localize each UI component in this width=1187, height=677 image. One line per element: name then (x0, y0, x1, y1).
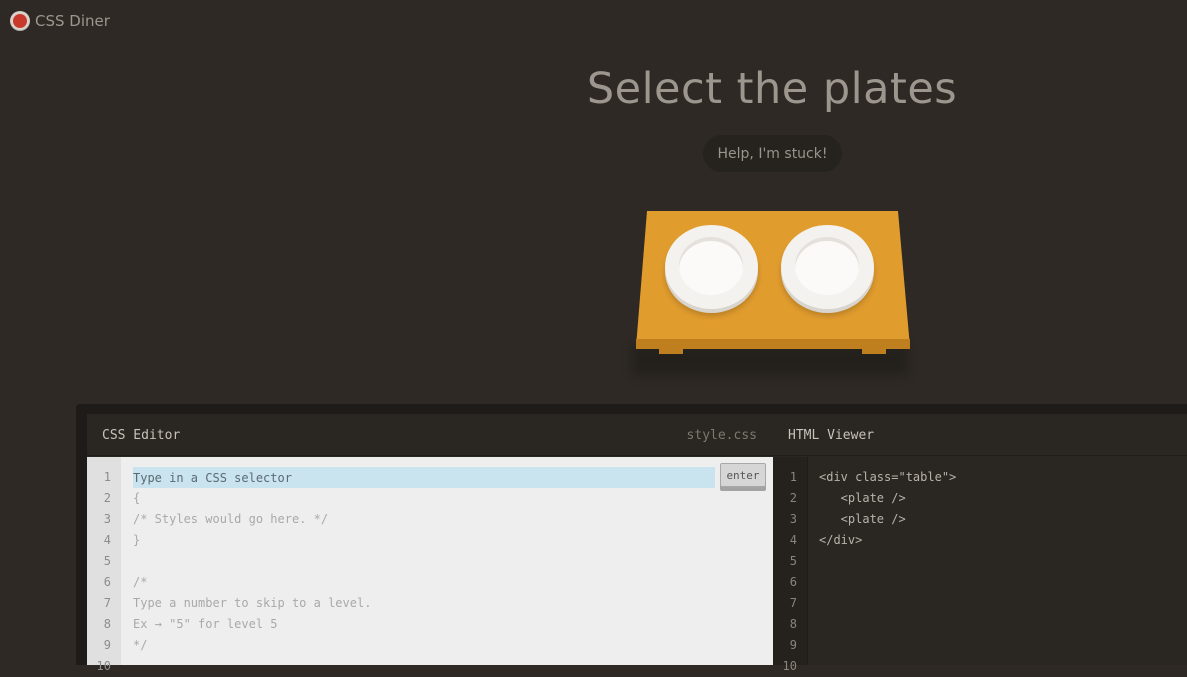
help-button[interactable]: Help, I'm stuck! (703, 135, 842, 172)
app-title: CSS Diner (35, 12, 110, 30)
line-number: 3 (103, 512, 111, 526)
css-editor-title: CSS Editor (102, 428, 181, 443)
line-number: 8 (103, 617, 111, 631)
html-line[interactable]: <plate /> (819, 509, 956, 530)
html-line (819, 635, 956, 656)
code-line: Type a number to skip to a level. (133, 596, 372, 610)
html-line (819, 551, 956, 572)
line-number: 6 (789, 575, 797, 589)
code-line: } (133, 533, 141, 547)
html-viewer-body: 1 2 3 4 5 6 7 8 9 10 <div class="table">… (773, 457, 1187, 673)
css-filename: style.css (686, 428, 757, 443)
css-code: { /* Styles would go here. */ } /* Type … (133, 457, 371, 677)
html-line (819, 614, 956, 635)
line-number: 1 (103, 470, 111, 484)
line-number: 2 (103, 491, 111, 505)
html-line[interactable]: <div class="table"> (819, 467, 956, 488)
line-number: 5 (789, 554, 797, 568)
css-editor-body: 1 2 3 4 5 6 7 8 9 10 { /* Styles would g… (87, 457, 773, 673)
table-leg (862, 348, 886, 354)
level-instruction: Select the plates (586, 64, 958, 114)
html-code: <div class="table"> <plate /> <plate /> … (819, 457, 956, 677)
line-number: 4 (103, 533, 111, 547)
line-number: 6 (103, 575, 111, 589)
code-line: /* (133, 575, 148, 589)
line-number: 10 (96, 659, 111, 673)
line-number: 3 (789, 512, 797, 526)
html-line (819, 656, 956, 677)
table-leg (659, 348, 683, 354)
code-line: */ (133, 638, 148, 652)
line-number: 4 (789, 533, 797, 547)
html-viewer-title: HTML Viewer (788, 428, 875, 443)
html-line (819, 572, 956, 593)
app-logo[interactable]: CSS Diner (10, 11, 110, 31)
line-number: 9 (789, 638, 797, 652)
html-viewer-pane: HTML Viewer 1 2 3 4 5 6 7 8 9 10 <div cl… (773, 414, 1187, 673)
code-line: /* Styles would go here. */ (133, 512, 329, 526)
enter-button[interactable]: enter (720, 463, 766, 487)
html-viewer-header: HTML Viewer (773, 414, 1187, 456)
line-number: 10 (782, 659, 797, 673)
line-number: 1 (789, 470, 797, 484)
html-line[interactable]: </div> (819, 530, 956, 551)
line-number: 7 (103, 596, 111, 610)
line-number: 2 (789, 491, 797, 505)
code-line: Ex → "5" for level 5 (133, 617, 278, 631)
line-number: 7 (789, 596, 797, 610)
css-line-gutter: 1 2 3 4 5 6 7 8 9 10 (87, 457, 121, 673)
line-number: 5 (103, 554, 111, 568)
plate (665, 225, 758, 309)
logo-icon (10, 11, 30, 31)
html-line-gutter: 1 2 3 4 5 6 7 8 9 10 (773, 457, 808, 673)
plate (781, 225, 874, 309)
css-selector-input[interactable] (133, 467, 715, 488)
line-number: 8 (789, 617, 797, 631)
html-line (819, 593, 956, 614)
css-editor-pane: CSS Editor style.css 1 2 3 4 5 6 7 8 9 1… (87, 414, 773, 673)
table-illustration (620, 205, 920, 380)
css-editor-header: CSS Editor style.css (87, 414, 773, 456)
code-line: { (133, 491, 141, 505)
line-number: 9 (103, 638, 111, 652)
html-line[interactable]: <plate /> (819, 488, 956, 509)
